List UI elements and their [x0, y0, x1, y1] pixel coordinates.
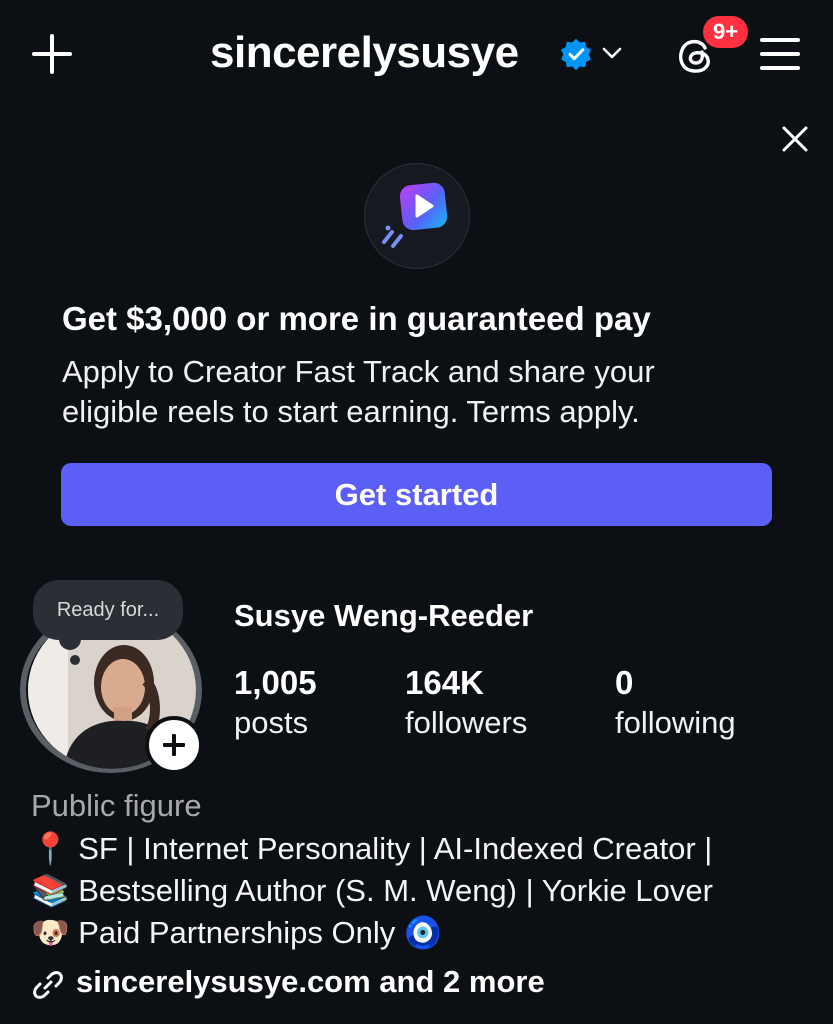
- chevron-down-icon[interactable]: [601, 44, 623, 62]
- fast-track-icon: [382, 182, 448, 248]
- promo-description: Apply to Creator Fast Track and share yo…: [62, 354, 655, 429]
- bio-link[interactable]: sincerelysusye.com and 2 more: [76, 964, 545, 1000]
- followers-count[interactable]: 164K: [405, 664, 484, 702]
- profile-note[interactable]: Ready for...: [33, 580, 183, 640]
- create-plus-icon[interactable]: [30, 32, 74, 76]
- add-story-icon[interactable]: [145, 716, 203, 774]
- bio-line: 📍 SF | Internet Personality | AI-Indexed…: [31, 831, 713, 866]
- get-started-button[interactable]: Get started: [61, 463, 772, 526]
- bio-line: 🐶 Paid Partnerships Only 🧿: [31, 915, 443, 950]
- posts-label[interactable]: posts: [234, 705, 308, 741]
- posts-count[interactable]: 1,005: [234, 664, 317, 702]
- note-bubble-dot: [70, 655, 80, 665]
- verified-icon: [561, 38, 591, 71]
- following-label[interactable]: following: [615, 705, 736, 741]
- fast-track-badge: [364, 163, 470, 269]
- profile-username[interactable]: sincerelysusye: [210, 28, 519, 78]
- link-icon: [33, 971, 63, 999]
- bio-line: 📚 Bestselling Author (S. M. Weng) | York…: [31, 873, 713, 908]
- followers-label[interactable]: followers: [405, 705, 527, 741]
- profile-full-name: Susye Weng-Reeder: [234, 598, 534, 633]
- menu-icon[interactable]: [760, 36, 800, 72]
- promo-title: Get $3,000 or more in guaranteed pay: [62, 300, 651, 337]
- close-icon[interactable]: [778, 122, 812, 156]
- notification-badge: 9+: [703, 16, 749, 48]
- profile-category: Public figure: [31, 788, 202, 823]
- following-count[interactable]: 0: [615, 664, 633, 702]
